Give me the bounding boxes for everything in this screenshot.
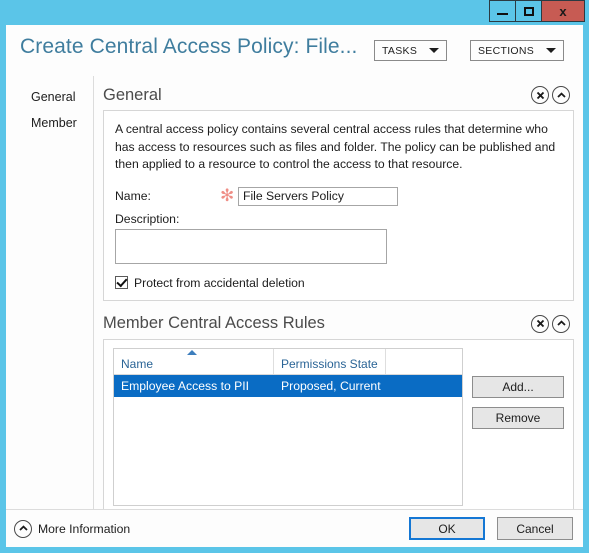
description-label: Description: (115, 211, 180, 226)
dialog-footer: More Information OK Cancel (6, 509, 583, 547)
close-section-icon[interactable] (531, 86, 549, 104)
column-header-name-label: Name (121, 356, 154, 371)
client-area: Create Central Access Policy: File... TA… (6, 25, 583, 547)
sort-ascending-icon (187, 349, 197, 355)
description-input[interactable] (115, 228, 387, 264)
member-section-header: Member Central Access Rules (103, 309, 574, 339)
rules-grid: Name Permissions State Employee Access t… (113, 347, 463, 506)
more-information-button[interactable]: More Information (14, 519, 131, 538)
rules-action-buttons: Add... Remove (472, 348, 564, 506)
name-input[interactable] (238, 186, 398, 206)
cell-permissions-state: Proposed, Current (281, 378, 381, 393)
table-row[interactable]: Employee Access to PII Proposed, Current (114, 374, 462, 397)
sections-menu-button[interactable]: SECTIONS (470, 40, 565, 61)
ok-button[interactable]: OK (409, 517, 485, 540)
dialog-action-buttons: OK Cancel (409, 517, 573, 540)
collapse-section-icon[interactable] (552, 314, 570, 333)
maximize-button[interactable] (515, 0, 542, 22)
column-header-filler (386, 349, 462, 374)
sidebar-navigation: General Member (6, 76, 94, 516)
tasks-menu-button[interactable]: TASKS (374, 40, 448, 61)
maximize-icon (523, 6, 534, 16)
tasks-menu-label: TASKS (382, 44, 418, 57)
member-section-icons (531, 314, 570, 333)
content-pane: General A central access policy contains… (94, 76, 583, 516)
dialog-window: x Create Central Access Policy: File... … (0, 0, 589, 553)
general-panel: A central access policy contains several… (103, 110, 574, 301)
name-field-row: Name: ✻ (115, 186, 562, 206)
page-title: Create Central Access Policy: File... (20, 35, 358, 58)
protect-deletion-label: Protect from accidental deletion (134, 275, 305, 290)
cell-rule-name: Employee Access to PII (121, 378, 250, 393)
sidebar-item-general[interactable]: General (6, 84, 93, 110)
general-description: A central access policy contains several… (115, 122, 556, 171)
sections-menu-label: SECTIONS (478, 44, 535, 57)
window-controls: x (489, 0, 585, 25)
title-bar: x (0, 0, 589, 25)
expand-more-information-icon (14, 519, 32, 538)
column-header-name[interactable]: Name (114, 348, 274, 374)
chevron-down-icon (429, 48, 440, 53)
body-split: General Member General A central access … (6, 76, 583, 516)
checkmark-icon (115, 275, 128, 287)
column-header-permissions-state[interactable]: Permissions State (274, 348, 386, 374)
member-section-title: Member Central Access Rules (103, 314, 325, 332)
protect-deletion-checkbox[interactable] (115, 275, 128, 289)
rules-grid-header: Name Permissions State (114, 348, 462, 375)
add-rule-button[interactable]: Add... (472, 375, 564, 398)
cancel-button[interactable]: Cancel (497, 517, 573, 540)
required-asterisk-icon: ✻ (220, 186, 235, 205)
close-icon: x (559, 3, 567, 19)
column-header-permissions-state-label: Permissions State (281, 356, 378, 371)
close-section-icon[interactable] (531, 314, 549, 333)
collapse-section-icon[interactable] (552, 86, 570, 104)
general-section-title: General (103, 85, 162, 104)
remove-rule-button[interactable]: Remove (472, 406, 564, 429)
chevron-down-icon (546, 48, 557, 53)
general-section-icons (531, 86, 570, 104)
page-header: Create Central Access Policy: File... TA… (6, 25, 583, 76)
name-label: Name: (115, 189, 151, 203)
sidebar-item-member[interactable]: Member (6, 110, 93, 136)
minimize-icon (497, 12, 508, 15)
close-button[interactable]: x (541, 0, 585, 22)
general-section-header: General (103, 80, 574, 110)
protect-deletion-row: Protect from accidental deletion (115, 275, 562, 290)
minimize-button[interactable] (489, 0, 516, 22)
more-information-label: More Information (38, 521, 131, 536)
member-rules-panel: Name Permissions State Employee Access t… (103, 338, 574, 515)
